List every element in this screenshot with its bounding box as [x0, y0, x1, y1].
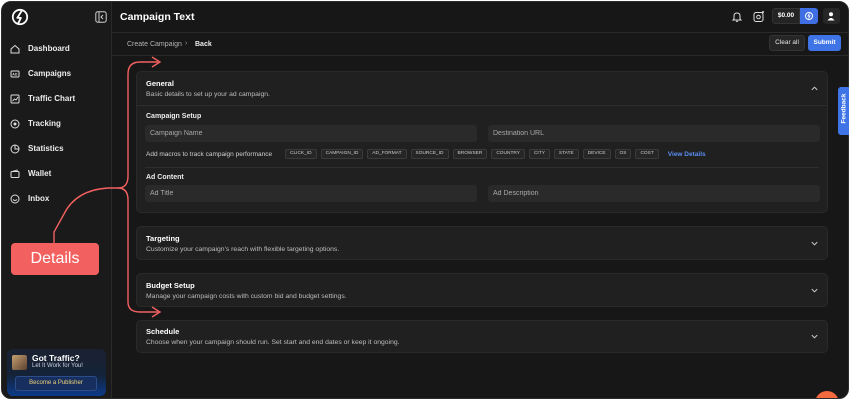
- sidebar-item-campaigns[interactable]: AD Campaigns: [2, 61, 112, 86]
- refresh-balance-icon: [805, 12, 813, 20]
- promo-image: [12, 355, 27, 370]
- balance-display[interactable]: $0.00: [772, 8, 800, 24]
- chevron-down-icon[interactable]: [810, 286, 819, 295]
- macro-chip-click-id[interactable]: CLICK_ID: [285, 149, 317, 159]
- details-callout: Details: [11, 243, 99, 275]
- macro-chip-cost[interactable]: COST: [635, 149, 659, 159]
- macro-chip-source-id[interactable]: SOURCE_ID: [410, 149, 449, 159]
- user-icon: [827, 12, 835, 21]
- chevron-down-icon[interactable]: [810, 239, 819, 248]
- brand-logo-icon[interactable]: [11, 8, 29, 26]
- schedule-description: Choose when your campaign should run. Se…: [146, 339, 400, 346]
- sidebar-item-label: Tracking: [28, 119, 61, 128]
- chevron-down-icon[interactable]: [810, 332, 819, 341]
- ad-title-input[interactable]: [145, 185, 477, 202]
- breadcrumb-separator: ›: [185, 40, 188, 47]
- macro-chip-campaign-id[interactable]: CAMPAIGN_ID: [320, 149, 364, 159]
- stats-icon: [10, 144, 20, 153]
- general-section: General Basic details to set up your ad …: [136, 71, 828, 213]
- submit-button[interactable]: Submit: [808, 35, 841, 51]
- sidebar-item-dashboard[interactable]: Dashboard: [2, 36, 112, 61]
- sidebar-item-label: Dashboard: [28, 44, 70, 53]
- target-icon: [10, 119, 20, 128]
- clear-all-button[interactable]: Clear all: [769, 35, 805, 51]
- campaign-setup-label: Campaign Setup: [146, 113, 202, 120]
- macro-chips: CLICK_ID CAMPAIGN_ID AD_FORMAT SOURCE_ID…: [285, 149, 706, 159]
- ad-description-input[interactable]: [488, 185, 820, 202]
- sidebar-nav: Dashboard AD Campaigns Traffic Chart Tra…: [2, 36, 112, 211]
- macro-chip-country[interactable]: COUNTRY: [491, 149, 525, 159]
- add-funds-icon[interactable]: [753, 11, 765, 23]
- macro-chip-ad-format[interactable]: AD_FORMAT: [367, 149, 407, 159]
- schedule-title: Schedule: [146, 327, 180, 336]
- become-publisher-button[interactable]: Become a Publisher: [15, 376, 97, 391]
- promo-subtitle: Let It Work for You!: [32, 363, 83, 369]
- macro-chip-device[interactable]: DEVICE: [582, 149, 611, 159]
- macro-chip-os[interactable]: OS: [614, 149, 632, 159]
- collapse-sidebar-icon[interactable]: [95, 11, 107, 23]
- promo-title: Got Traffic?: [32, 353, 80, 363]
- chat-widget-button[interactable]: [815, 391, 839, 398]
- view-details-link[interactable]: View Details: [668, 151, 706, 158]
- wallet-icon: [10, 168, 20, 178]
- bell-icon[interactable]: [731, 11, 743, 23]
- sidebar-item-label: Traffic Chart: [28, 94, 76, 103]
- sidebar-item-tracking[interactable]: Tracking: [2, 111, 112, 136]
- schedule-section[interactable]: Schedule Choose when your campaign shoul…: [136, 320, 828, 353]
- section-divider: [137, 105, 827, 106]
- sidebar: Dashboard AD Campaigns Traffic Chart Tra…: [2, 2, 112, 398]
- sidebar-item-label: Inbox: [28, 194, 50, 203]
- page-title: Campaign Text: [120, 11, 195, 23]
- breadcrumb: Create Campaign › Back Clear all Submit: [112, 33, 848, 56]
- general-title: General: [146, 79, 174, 88]
- feedback-label: Feedback: [840, 93, 848, 124]
- macro-chip-city[interactable]: CITY: [528, 149, 550, 159]
- sidebar-item-statistics[interactable]: Statistics: [2, 136, 112, 161]
- budget-section[interactable]: Budget Setup Manage your campaign costs …: [136, 273, 828, 307]
- destination-url-input[interactable]: [488, 125, 820, 142]
- home-icon: [10, 44, 20, 53]
- top-bar: Campaign Text $0.00: [112, 2, 848, 33]
- chevron-up-icon[interactable]: [810, 84, 819, 93]
- breadcrumb-create-campaign[interactable]: Create Campaign: [127, 41, 182, 48]
- sidebar-item-inbox[interactable]: Inbox: [2, 186, 112, 211]
- sidebar-item-traffic-chart[interactable]: Traffic Chart: [2, 86, 112, 111]
- breadcrumb-back[interactable]: Back: [195, 41, 212, 48]
- inbox-icon: [10, 194, 20, 203]
- macro-chip-browser[interactable]: BROWSER: [452, 149, 488, 159]
- section-divider: [145, 167, 819, 168]
- macro-chip-state[interactable]: STATE: [553, 149, 579, 159]
- user-menu-button[interactable]: [823, 8, 840, 24]
- sidebar-item-label: Campaigns: [28, 69, 72, 78]
- app-window: Dashboard AD Campaigns Traffic Chart Tra…: [1, 1, 849, 399]
- svg-text:AD: AD: [12, 72, 18, 76]
- general-description: Basic details to set up your ad campaign…: [146, 91, 270, 98]
- publisher-promo-card: Got Traffic? Let It Work for You! Become…: [7, 349, 106, 396]
- wallet-button[interactable]: [800, 8, 818, 24]
- targeting-section[interactable]: Targeting Customize your campaign's reac…: [136, 226, 828, 260]
- ad-icon: AD: [10, 70, 20, 77]
- macros-label: Add macros to track campaign performance: [146, 151, 273, 158]
- chart-icon: [10, 94, 20, 103]
- targeting-title: Targeting: [146, 234, 180, 243]
- sidebar-item-label: Statistics: [28, 144, 64, 153]
- campaign-name-input[interactable]: [145, 125, 477, 142]
- ad-content-label: Ad Content: [146, 174, 184, 181]
- budget-description: Manage your campaign costs with custom b…: [146, 293, 347, 300]
- sidebar-item-label: Wallet: [28, 169, 52, 178]
- sidebar-item-wallet[interactable]: Wallet: [2, 161, 112, 186]
- budget-title: Budget Setup: [146, 281, 195, 290]
- feedback-tab[interactable]: Feedback: [838, 87, 849, 135]
- targeting-description: Customize your campaign's reach with fle…: [146, 246, 340, 253]
